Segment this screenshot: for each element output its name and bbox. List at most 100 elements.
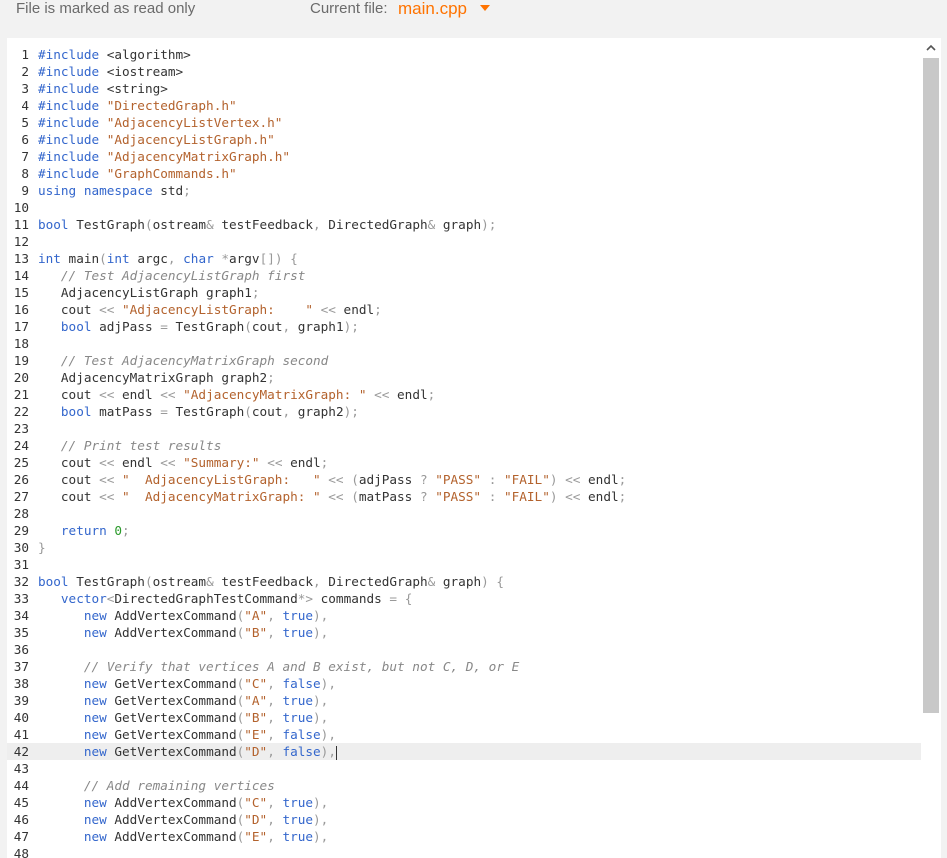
code-line-text[interactable]: new GetVertexCommand("B", true), xyxy=(38,709,328,726)
code-line[interactable]: 26 cout << " AdjacencyListGraph: " << (a… xyxy=(7,471,921,488)
code-line-text[interactable]: cout << endl << "Summary:" << endl; xyxy=(38,454,328,471)
code-line-text[interactable]: cout << endl << "AdjacencyMatrixGraph: "… xyxy=(38,386,435,403)
code-line-text[interactable]: bool adjPass = TestGraph(cout, graph1); xyxy=(38,318,359,335)
code-line-text[interactable]: new AddVertexCommand("D", true), xyxy=(38,811,328,828)
code-line-text[interactable]: new AddVertexCommand("B", true), xyxy=(38,624,328,641)
code-area[interactable]: 1 #include <algorithm> 2 #include <iostream… xyxy=(7,46,921,858)
code-line-text[interactable]: new AddVertexCommand("A", true), xyxy=(38,607,328,624)
code-line[interactable]: 31 xyxy=(7,556,921,573)
code-line[interactable]: 28 xyxy=(7,505,921,522)
code-line-text[interactable]: #include "AdjacencyMatrixGraph.h" xyxy=(38,148,290,165)
code-line-text[interactable]: bool TestGraph(ostream& testFeedback, Di… xyxy=(38,573,504,590)
code-line-text[interactable]: cout << " AdjacencyMatrixGraph: " << (ma… xyxy=(38,488,626,505)
code-line[interactable]: 36 xyxy=(7,641,921,658)
code-line-text[interactable]: #include "DirectedGraph.h" xyxy=(38,97,237,114)
code-line[interactable]: 38 new GetVertexCommand("C", false), xyxy=(7,675,921,692)
code-line-text[interactable]: AdjacencyListGraph graph1; xyxy=(38,284,260,301)
code-line-text[interactable]: cout << " AdjacencyListGraph: " << (adjP… xyxy=(38,471,626,488)
code-line[interactable]: 18 xyxy=(7,335,921,352)
code-line[interactable]: 7 #include "AdjacencyMatrixGraph.h" xyxy=(7,148,921,165)
code-line-text[interactable]: #include <string> xyxy=(38,80,168,97)
code-line[interactable]: 6 #include "AdjacencyListGraph.h" xyxy=(7,131,921,148)
code-line[interactable]: 13 int main(int argc, char *argv[]) { xyxy=(7,250,921,267)
code-line[interactable]: 10 xyxy=(7,199,921,216)
code-line[interactable]: 32 bool TestGraph(ostream& testFeedback, … xyxy=(7,573,921,590)
code-line[interactable]: 43 xyxy=(7,760,921,777)
scrollbar-thumb[interactable] xyxy=(923,58,939,713)
code-line-text[interactable]: using namespace std; xyxy=(38,182,191,199)
code-line[interactable]: 35 new AddVertexCommand("B", true), xyxy=(7,624,921,641)
code-line[interactable]: 24 // Print test results xyxy=(7,437,921,454)
chevron-up-icon[interactable] xyxy=(925,42,937,54)
code-line-text[interactable]: bool TestGraph(ostream& testFeedback, Di… xyxy=(38,216,496,233)
code-line[interactable]: 27 cout << " AdjacencyMatrixGraph: " << … xyxy=(7,488,921,505)
line-number: 7 xyxy=(21,149,29,164)
code-line[interactable]: 1 #include <algorithm> xyxy=(7,46,921,63)
code-line-text[interactable]: #include <algorithm> xyxy=(38,46,191,63)
line-number: 31 xyxy=(13,557,29,572)
code-line-text[interactable]: bool matPass = TestGraph(cout, graph2); xyxy=(38,403,359,420)
line-number: 17 xyxy=(13,319,29,334)
code-line-text[interactable]: // Add remaining vertices xyxy=(38,777,275,794)
code-line-text[interactable]: // Verify that vertices A and B exist, b… xyxy=(38,658,519,675)
code-line[interactable]: 22 bool matPass = TestGraph(cout, graph2… xyxy=(7,403,921,420)
code-line[interactable]: 25 cout << endl << "Summary:" << endl; xyxy=(7,454,921,471)
code-line[interactable]: 42 new GetVertexCommand("D", false), xyxy=(7,743,921,760)
code-line-text[interactable]: #include "GraphCommands.h" xyxy=(38,165,237,182)
code-line[interactable]: 2 #include <iostream> xyxy=(7,63,921,80)
code-line-text[interactable]: } xyxy=(38,539,46,556)
code-line[interactable]: 46 new AddVertexCommand("D", true), xyxy=(7,811,921,828)
code-line[interactable]: 40 new GetVertexCommand("B", true), xyxy=(7,709,921,726)
code-line[interactable]: 17 bool adjPass = TestGraph(cout, graph1… xyxy=(7,318,921,335)
code-line[interactable]: 39 new GetVertexCommand("A", true), xyxy=(7,692,921,709)
code-line[interactable]: 29 return 0; xyxy=(7,522,921,539)
code-line-text[interactable]: new GetVertexCommand("D", false), xyxy=(38,743,337,760)
code-line[interactable]: 15 AdjacencyListGraph graph1; xyxy=(7,284,921,301)
code-line[interactable]: 20 AdjacencyMatrixGraph graph2; xyxy=(7,369,921,386)
code-line[interactable]: 41 new GetVertexCommand("E", false), xyxy=(7,726,921,743)
code-line[interactable]: 14 // Test AdjacencyListGraph first xyxy=(7,267,921,284)
code-line[interactable]: 44 // Add remaining vertices xyxy=(7,777,921,794)
code-line-text[interactable]: #include "AdjacencyListGraph.h" xyxy=(38,131,275,148)
code-line[interactable]: 47 new AddVertexCommand("E", true), xyxy=(7,828,921,845)
code-line[interactable]: 33 vector<DirectedGraphTestCommand*> com… xyxy=(7,590,921,607)
code-line-text[interactable]: // Test AdjacencyMatrixGraph second xyxy=(38,352,328,369)
code-line[interactable]: 9 using namespace std; xyxy=(7,182,921,199)
code-line-text[interactable]: vector<DirectedGraphTestCommand*> comman… xyxy=(38,590,412,607)
code-line[interactable]: 8 #include "GraphCommands.h" xyxy=(7,165,921,182)
code-line[interactable]: 3 #include <string> xyxy=(7,80,921,97)
code-line-text[interactable]: new GetVertexCommand("A", true), xyxy=(38,692,328,709)
code-line[interactable]: 12 xyxy=(7,233,921,250)
code-line[interactable]: 23 xyxy=(7,420,921,437)
code-line[interactable]: 11 bool TestGraph(ostream& testFeedback, … xyxy=(7,216,921,233)
code-line[interactable]: 5 #include "AdjacencyListVertex.h" xyxy=(7,114,921,131)
code-line-text[interactable]: return 0; xyxy=(38,522,130,539)
code-line[interactable]: 21 cout << endl << "AdjacencyMatrixGraph… xyxy=(7,386,921,403)
code-line[interactable]: 4 #include "DirectedGraph.h" xyxy=(7,97,921,114)
file-selector[interactable]: main.cpp xyxy=(398,0,467,18)
code-line-text[interactable]: #include "AdjacencyListVertex.h" xyxy=(38,114,282,131)
code-line-text[interactable]: // Test AdjacencyListGraph first xyxy=(38,267,305,284)
code-line-text[interactable]: cout << "AdjacencyListGraph: " << endl; xyxy=(38,301,382,318)
code-line[interactable]: 37 // Verify that vertices A and B exist… xyxy=(7,658,921,675)
code-line[interactable]: 48 xyxy=(7,845,921,858)
code-line-text[interactable]: new AddVertexCommand("C", true), xyxy=(38,794,328,811)
code-line-text[interactable]: // Print test results xyxy=(38,437,221,454)
code-line-text[interactable]: new AddVertexCommand("E", true), xyxy=(38,828,328,845)
code-line[interactable]: 19 // Test AdjacencyMatrixGraph second xyxy=(7,352,921,369)
code-line-text[interactable]: AdjacencyMatrixGraph graph2; xyxy=(38,369,275,386)
code-line[interactable]: 45 new AddVertexCommand("C", true), xyxy=(7,794,921,811)
line-number: 33 xyxy=(13,591,29,606)
code-line-text[interactable]: new GetVertexCommand("C", false), xyxy=(38,675,336,692)
code-line-text[interactable]: int main(int argc, char *argv[]) { xyxy=(38,250,298,267)
vertical-scrollbar[interactable] xyxy=(921,38,941,858)
caret-down-icon[interactable] xyxy=(480,5,490,11)
code-line[interactable]: 16 cout << "AdjacencyListGraph: " << end… xyxy=(7,301,921,318)
code-line[interactable]: 30} xyxy=(7,539,921,556)
code-line-text[interactable]: #include <iostream> xyxy=(38,63,183,80)
code-line[interactable]: 34 new AddVertexCommand("A", true), xyxy=(7,607,921,624)
line-number: 4 xyxy=(21,98,29,113)
line-number: 32 xyxy=(13,574,29,589)
code-editor[interactable]: 1 #include <algorithm> 2 #include <iostream… xyxy=(7,38,941,858)
code-line-text[interactable]: new GetVertexCommand("E", false), xyxy=(38,726,336,743)
